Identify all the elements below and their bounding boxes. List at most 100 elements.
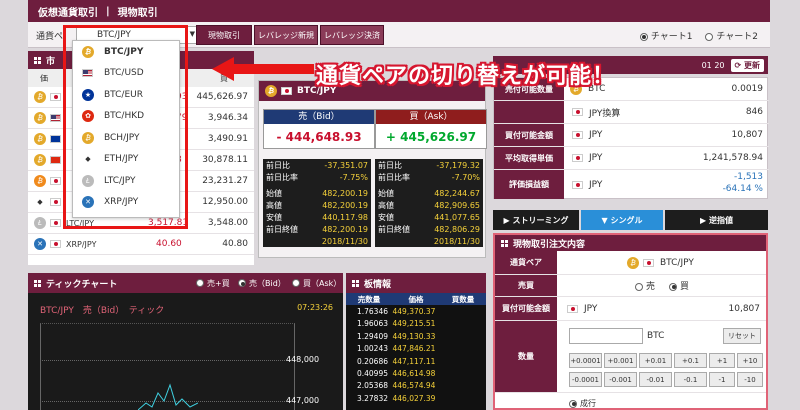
chart2-radio[interactable]: チャート2: [705, 32, 758, 42]
order-side-row: 売買売買: [495, 275, 766, 297]
bid-price: - 444,648.93: [276, 130, 362, 144]
order-book-row[interactable]: 1.76346 449,370.37: [346, 305, 486, 317]
ask-stats: 前日比 -37,179.32 前日比率 -7.70% 始値 482,244.67 高値…: [375, 159, 483, 247]
radio-icon: [635, 282, 643, 291]
order-book-row[interactable]: 2.05368 446,574.94: [346, 380, 486, 392]
step-minus-button[interactable]: -0.0001: [569, 372, 602, 387]
step-minus-button[interactable]: -10: [737, 372, 763, 387]
bitcoin-icon: ₿: [627, 256, 639, 269]
jp-flag-icon: [567, 304, 578, 313]
buy-price: 3,548.00: [207, 218, 248, 228]
market-row[interactable]: ✕ XRP/JPY 40.60 40.80: [28, 234, 254, 255]
nav-item-spot[interactable]: 現物取引: [118, 4, 158, 19]
account-value: -1,513: [733, 172, 763, 182]
step-plus-button[interactable]: +0.001: [604, 353, 637, 368]
tick-opt-bid[interactable]: 売（Bid）: [238, 278, 286, 289]
order-book-row[interactable]: 1.00243 447,846.21: [346, 343, 486, 355]
litecoin-icon: Ł: [34, 217, 46, 229]
order-book-row[interactable]: 1.96063 449,215.51: [346, 318, 486, 330]
grid-icon: [352, 279, 359, 287]
btc-price-panel: ₿ BTC/JPY 売（Bid） - 444,648.93 買（Ask） + 4…: [258, 80, 487, 258]
step-plus-button[interactable]: +1: [709, 353, 735, 368]
annotation-banner: 通貨ペアの切り替えが可能！: [316, 64, 616, 89]
account-label: 評価損益額: [494, 170, 564, 199]
qty-input[interactable]: [569, 328, 643, 344]
order-funds-value: 10,807: [728, 303, 761, 314]
buy-price: 3,490.91: [207, 134, 248, 144]
step-minus-button[interactable]: -1: [709, 372, 735, 387]
grid-icon: [501, 239, 508, 247]
stat-value: 482,200.19: [322, 200, 368, 210]
step-minus-button[interactable]: -0.01: [639, 372, 672, 387]
book-price: 447,117.11: [392, 356, 436, 366]
order-pair-label: 通貨ペア: [495, 251, 557, 274]
step-label: -0.0001: [571, 375, 600, 384]
tick-opt-both[interactable]: 売+買: [196, 278, 230, 289]
step-minus-button[interactable]: -0.1: [674, 372, 707, 387]
refresh-icon: ⟳: [734, 60, 742, 70]
sell-radio[interactable]: 売: [635, 279, 655, 292]
order-title: 現物取引注文内容: [513, 239, 586, 250]
mode-streaming[interactable]: ▶ ストリーミング: [493, 210, 579, 230]
stat-key: 前日比率: [266, 172, 298, 182]
nav-item-crypto[interactable]: 仮想通貨取引: [38, 4, 98, 19]
jp-flag-icon: [572, 108, 583, 116]
jp-flag-icon: [50, 198, 61, 206]
account-label: [494, 101, 564, 123]
radio-icon: [639, 32, 648, 41]
step-minus-button[interactable]: -0.001: [604, 372, 637, 387]
bid-box[interactable]: 売（Bid） - 444,648.93: [263, 109, 375, 149]
buy-price: 12,950.00: [202, 197, 248, 207]
order-qty-label: 数量: [495, 321, 557, 392]
tab-leverage-new[interactable]: レバレッジ新規: [254, 25, 318, 45]
market-order-radio[interactable]: 成行: [569, 398, 596, 409]
buy-radio[interactable]: 買: [669, 279, 689, 292]
buy-price: 23,231.27: [202, 176, 248, 186]
stat-key: 高値: [266, 200, 282, 210]
ask-box[interactable]: 買（Ask） + 445,626.97: [375, 109, 487, 149]
book-qty: 1.96063: [356, 319, 388, 329]
account-row: JPY換算 846: [494, 101, 769, 124]
mode-single[interactable]: ▼ シングル: [581, 210, 663, 230]
mode-stop-label: 逆指値: [708, 215, 733, 225]
jp-flag-icon: [572, 180, 583, 189]
market-order-label: 成行: [580, 399, 596, 408]
mode-streaming-label: ストリーミング: [512, 215, 569, 225]
jp-flag-icon: [50, 93, 61, 101]
tab-leverage-close[interactable]: レバレッジ決済: [320, 25, 384, 45]
tab-leverage-close-label: レバレッジ決済: [324, 30, 380, 40]
step-plus-button[interactable]: +0.01: [639, 353, 672, 368]
order-book-row[interactable]: 0.40995 446,614.98: [346, 367, 486, 379]
radio-icon: [669, 282, 678, 291]
stat-key: 前日比: [266, 160, 290, 170]
stat-value: -7.75%: [339, 172, 368, 182]
step-plus-button[interactable]: +0.0001: [569, 353, 602, 368]
tick-opt-ask[interactable]: 買（Ask）: [292, 278, 341, 289]
step-plus-button[interactable]: +0.1: [674, 353, 707, 368]
account-currency: JPY: [589, 153, 603, 163]
mode-stop[interactable]: ▶ 逆指値: [665, 210, 768, 230]
order-book-title: 板情報: [364, 279, 392, 290]
book-qty: 1.00243: [356, 344, 388, 354]
order-book-row[interactable]: 1.29409 449,130.33: [346, 330, 486, 342]
order-funds-currency: JPY: [584, 303, 598, 314]
stat-value: 482,806.29: [434, 224, 480, 234]
radio-icon: [705, 32, 714, 41]
step-plus-button[interactable]: +10: [737, 353, 763, 368]
order-book-row[interactable]: 0.20686 447,117.11: [346, 355, 486, 367]
reset-button[interactable]: リセット: [723, 328, 761, 344]
grid-icon: [34, 56, 41, 64]
col-price: 価格: [408, 294, 424, 304]
refresh-button[interactable]: ⟳ 更新: [730, 58, 764, 72]
order-panel: 現物取引注文内容 通貨ペア ₿ BTC/JPY 売買売買 買付可能金額 JPY 10,8…: [493, 233, 768, 410]
book-price: 446,614.98: [392, 369, 436, 379]
book-qty: 1.29409: [356, 331, 388, 341]
tick-chart[interactable]: BTC/JPY 売（Bid） ティック 07:23:26 448,000 447…: [28, 293, 343, 410]
tick-chart-header: ティックチャート 売+買 売（Bid） 買（Ask）: [28, 273, 343, 293]
stat-value: 441,077.65: [434, 212, 480, 222]
order-book-row[interactable]: 3.27832 446,027.39: [346, 392, 486, 404]
chart1-radio[interactable]: チャート1: [639, 32, 692, 42]
qty-unit: BTC: [647, 331, 665, 341]
order-funds-row: 買付可能金額 JPY 10,807: [495, 297, 766, 321]
tab-spot[interactable]: 現物取引: [196, 25, 252, 45]
